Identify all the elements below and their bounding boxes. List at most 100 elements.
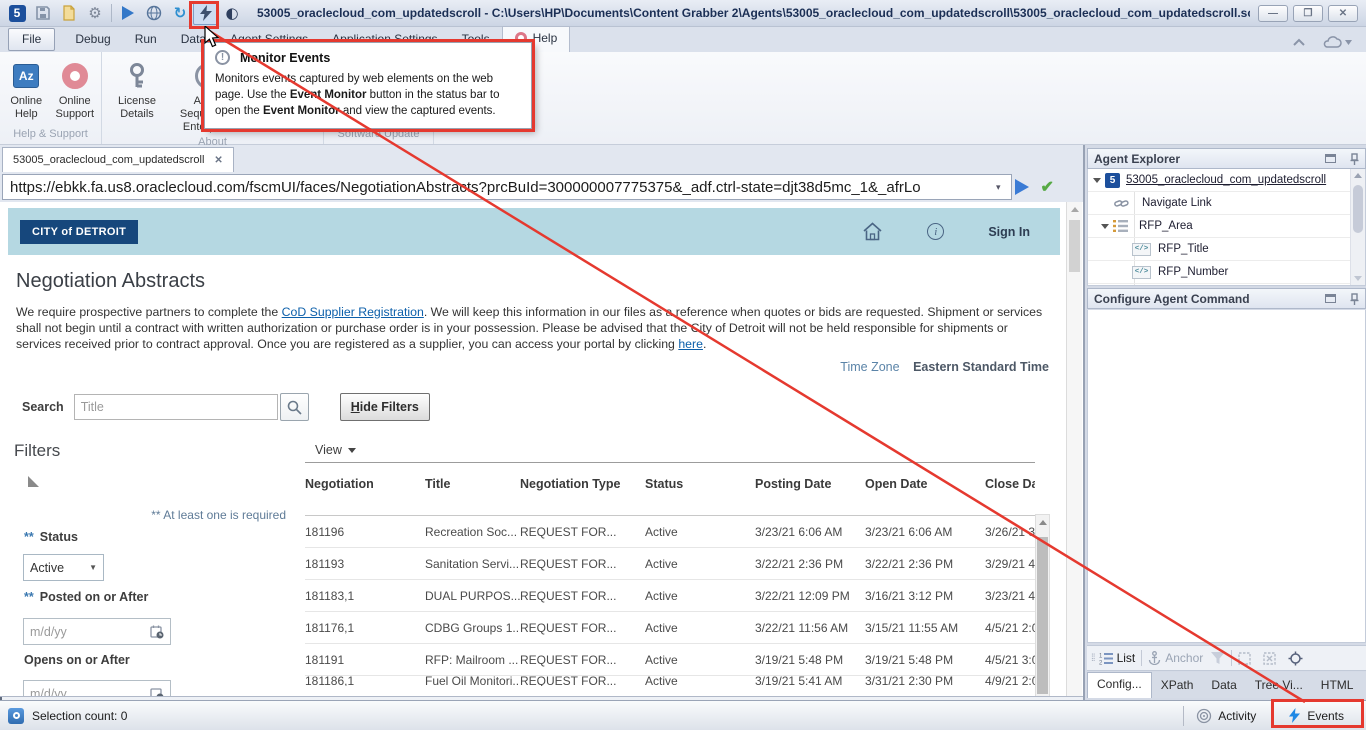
posted-date-field[interactable] — [23, 618, 171, 645]
url-input[interactable] — [2, 174, 1012, 200]
table-row[interactable]: 181196Recreation Soc...REQUEST FOR...Act… — [305, 516, 1035, 548]
col-title[interactable]: Title — [425, 463, 520, 515]
tooltip-info-icon: ! — [215, 50, 230, 65]
clear-selection-icon[interactable] — [1263, 652, 1276, 665]
col-open-date[interactable]: Open Date — [865, 463, 985, 515]
col-status[interactable]: Status — [645, 463, 755, 515]
here-link[interactable]: here — [678, 337, 703, 351]
tab-data[interactable]: Data — [1202, 674, 1245, 698]
tab-configuration[interactable]: Config... — [1087, 672, 1152, 698]
scroll-up-icon[interactable] — [1354, 173, 1362, 178]
grip-handle[interactable]: ⁞⁞ — [1091, 653, 1095, 664]
cloud-icon[interactable] — [1322, 36, 1352, 48]
close-button[interactable]: ✕ — [1328, 5, 1358, 22]
save-icon[interactable] — [30, 1, 56, 25]
maximize-panel-icon[interactable] — [1325, 294, 1336, 303]
toolbar-separator — [111, 4, 112, 22]
scroll-up-icon[interactable] — [1071, 207, 1079, 212]
expand-icon[interactable] — [1101, 224, 1109, 229]
table-row[interactable]: 181186,1Fuel Oil Monitori...REQUEST FOR.… — [305, 676, 1035, 686]
table-row[interactable]: 181191RFP: Mailroom ...REQUEST FOR...Act… — [305, 644, 1035, 676]
col-posting-date[interactable]: Posting Date — [755, 463, 865, 515]
table-scrollbar[interactable] — [1035, 514, 1050, 697]
online-help-button[interactable]: Az Online Help — [4, 55, 49, 121]
tab-tree-view[interactable]: Tree Vi... — [1246, 674, 1312, 698]
search-input[interactable] — [74, 394, 278, 420]
globe-icon[interactable] — [141, 1, 167, 25]
license-details-button[interactable]: License Details — [106, 55, 168, 121]
calendar-icon[interactable] — [150, 625, 164, 639]
tab-file[interactable]: File — [8, 28, 55, 51]
group-help-support: Az Online Help Online Support Help & Sup… — [0, 52, 102, 144]
scrollbar-thumb[interactable] — [1353, 185, 1363, 233]
col-negotiation[interactable]: Negotiation — [305, 463, 425, 515]
tree-item-rfp-area[interactable]: RFP_Area — [1088, 215, 1365, 238]
tree-item-rfp-title[interactable]: </> RFP_Title — [1088, 238, 1365, 261]
status-select[interactable]: Active ▼ — [23, 554, 104, 581]
collapse-ribbon-icon[interactable] — [1292, 38, 1306, 46]
opens-date-field[interactable] — [23, 680, 171, 697]
tab-debug[interactable]: Debug — [63, 27, 122, 52]
contrast-icon[interactable]: ◐ — [219, 1, 245, 25]
hide-filters-button[interactable]: Hide Filters — [340, 393, 430, 421]
events-button[interactable]: Events — [1307, 709, 1344, 723]
url-dropdown-icon[interactable]: ▾ — [996, 182, 1001, 193]
table-row[interactable]: 181193Sanitation Servi...REQUEST FOR...A… — [305, 548, 1035, 580]
pin-icon[interactable] — [1350, 293, 1359, 305]
navigate-button[interactable] — [1015, 179, 1029, 195]
online-support-label: Online Support — [53, 95, 98, 121]
activity-button[interactable]: Activity — [1218, 709, 1256, 723]
view-menu[interactable]: View — [315, 443, 356, 457]
target-icon[interactable] — [1288, 651, 1303, 666]
chevron-down-icon — [348, 448, 356, 453]
gear-icon[interactable]: ⚙ — [82, 1, 108, 25]
supplier-registration-link[interactable]: CoD Supplier Registration — [282, 305, 424, 319]
tree-item-root[interactable]: 5 53005_oraclecloud_com_updatedscroll — [1088, 169, 1365, 192]
restore-button[interactable]: ❐ — [1293, 5, 1323, 22]
home-icon[interactable] — [862, 222, 883, 241]
anchor-button[interactable]: Anchor — [1165, 651, 1203, 665]
search-row: Search Hide Filters — [22, 393, 430, 421]
document-tab[interactable]: 53005_oraclecloud_com_updatedscroll ✕ — [2, 147, 234, 172]
sign-in-link[interactable]: Sign In — [988, 225, 1030, 239]
table-row[interactable]: 181183,1DUAL PURPOS...REQUEST FOR...Acti… — [305, 580, 1035, 612]
table-row[interactable]: 181176,1CDBG Groups 1...REQUEST FOR...Ac… — [305, 612, 1035, 644]
tree-scrollbar[interactable] — [1350, 169, 1365, 285]
filter-icon[interactable] — [1211, 652, 1225, 665]
minimize-button[interactable]: — — [1258, 5, 1288, 22]
svg-text:2: 2 — [1099, 660, 1103, 665]
open-file-icon[interactable] — [56, 1, 82, 25]
tab-close-icon[interactable]: ✕ — [214, 155, 222, 166]
scrollbar-thumb[interactable] — [1069, 220, 1080, 272]
tab-html[interactable]: HTML — [1312, 674, 1363, 698]
online-support-button[interactable]: Online Support — [53, 55, 98, 121]
oracle-header-band: CITY of DETROIT i Sign In — [8, 208, 1060, 255]
browser-scrollbar[interactable] — [1066, 202, 1082, 697]
calendar-icon[interactable] — [150, 687, 164, 698]
list-button[interactable]: List — [1117, 651, 1136, 665]
run-icon[interactable] — [115, 1, 141, 25]
tab-xpath[interactable]: XPath — [1152, 674, 1203, 698]
timezone: Time Zone Eastern Standard Time — [840, 360, 1049, 374]
scroll-down-icon[interactable] — [1354, 276, 1362, 281]
info-icon[interactable]: i — [927, 223, 944, 240]
window-controls: — ❐ ✕ — [1258, 5, 1358, 22]
refresh-icon[interactable]: ↻ — [167, 1, 193, 25]
validate-check-icon[interactable]: ✔ — [1041, 177, 1054, 197]
opens-date-input[interactable] — [30, 687, 130, 698]
monitor-events-icon[interactable] — [193, 1, 219, 25]
tree-item-navigate-link[interactable]: Navigate Link — [1088, 192, 1365, 215]
maximize-panel-icon[interactable] — [1325, 154, 1336, 163]
search-button[interactable] — [280, 393, 309, 421]
scroll-up-icon[interactable] — [1039, 520, 1047, 525]
scrollbar-thumb[interactable] — [1037, 537, 1048, 694]
posted-date-input[interactable] — [30, 625, 130, 639]
pin-icon[interactable] — [1350, 153, 1359, 165]
collapse-pane-icon[interactable] — [28, 476, 39, 487]
select-region-icon[interactable] — [1238, 652, 1251, 665]
expand-icon[interactable] — [1093, 178, 1101, 183]
col-close-date[interactable]: Close Dat — [985, 463, 1035, 515]
col-negotiation-type[interactable]: Negotiation Type — [520, 463, 645, 515]
tree-item-rfp-number[interactable]: </> RFP_Number — [1088, 261, 1365, 284]
tab-run[interactable]: Run — [123, 27, 169, 52]
